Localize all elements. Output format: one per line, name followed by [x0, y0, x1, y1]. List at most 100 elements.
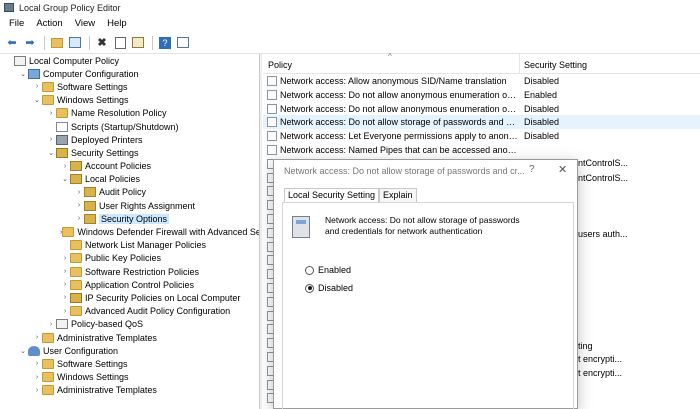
tree-node[interactable]: ⌄ Windows Settings [0, 94, 259, 107]
tree-scrollbar[interactable] [260, 54, 262, 409]
tree-node-label: Application Control Policies [85, 279, 195, 290]
tree-node[interactable]: › IP Security Policies on Local Computer [0, 291, 259, 304]
row-fragment: ting [578, 341, 593, 351]
row-fragment: t encrypti... [578, 354, 623, 364]
computer-icon [28, 68, 40, 79]
tree-node[interactable]: › Policy-based QoS [0, 318, 259, 331]
tree-node-label: Windows Settings [57, 95, 129, 106]
expanded-chevron-icon[interactable]: ⌄ [46, 149, 56, 157]
back-arrow-icon[interactable]: ⬅ [4, 35, 20, 51]
tree-node-label: Security Options [99, 213, 170, 224]
tree-node[interactable]: Local Computer Policy [0, 54, 259, 67]
collapsed-chevron-icon[interactable]: › [32, 334, 42, 341]
collapsed-chevron-icon[interactable]: › [32, 387, 42, 394]
collapsed-chevron-icon[interactable]: › [60, 268, 70, 275]
tree-node[interactable]: › User Rights Assignment [0, 199, 259, 212]
option-enabled[interactable]: Enabled [305, 265, 351, 275]
tree-node[interactable]: › Software Settings [0, 357, 259, 370]
tree-node[interactable]: › Audit Policy [0, 186, 259, 199]
tree-node[interactable]: › Administrative Templates [0, 384, 259, 397]
delete-icon[interactable]: ✖ [94, 35, 110, 51]
tree-node-label: Security Settings [71, 147, 139, 158]
tree-node[interactable]: › Security Options [0, 212, 259, 225]
disabled-radio[interactable] [305, 283, 314, 293]
tree-node[interactable]: › Software Restriction Policies [0, 265, 259, 278]
collapsed-chevron-icon[interactable]: › [46, 136, 56, 143]
tree-node[interactable]: ⌄ Computer Configuration [0, 67, 259, 80]
tree-node[interactable]: ⌄ Security Settings [0, 146, 259, 159]
collapsed-chevron-icon[interactable]: › [32, 83, 42, 90]
tree-node[interactable]: Scripts (Startup/Shutdown) [0, 120, 259, 133]
tree-node[interactable]: › Software Settings [0, 80, 259, 93]
lock-icon [84, 213, 96, 224]
properties-icon[interactable] [112, 35, 128, 51]
menu-help[interactable]: Help [101, 18, 133, 29]
policy-name: Network access: Do not allow storage of … [280, 117, 518, 128]
policy-setting-icon [267, 117, 277, 128]
menu-view[interactable]: View [69, 18, 101, 29]
collapsed-chevron-icon[interactable]: › [60, 255, 70, 262]
tree-node[interactable]: › Account Policies [0, 160, 259, 173]
up-folder-icon[interactable] [49, 35, 65, 51]
collapsed-chevron-icon[interactable]: › [60, 294, 70, 301]
console-icon[interactable] [175, 35, 191, 51]
collapsed-chevron-icon[interactable]: › [74, 189, 84, 196]
expanded-chevron-icon[interactable]: ⌄ [18, 70, 28, 78]
policy-row[interactable]: Network access: Do not allow storage of … [263, 115, 700, 130]
policy-row[interactable]: Network access: Do not allow anonymous e… [263, 88, 700, 102]
column-divider[interactable] [519, 54, 520, 74]
collapsed-chevron-icon[interactable]: › [74, 215, 84, 222]
tree-node[interactable]: › Advanced Audit Policy Configuration [0, 305, 259, 318]
policy-row[interactable]: Network access: Named Pipes that can be … [263, 143, 700, 157]
help-icon[interactable]: ? [529, 164, 535, 175]
policy-setting-icon [267, 76, 277, 86]
tree-node[interactable]: Network List Manager Policies [0, 239, 259, 252]
folder-icon [70, 253, 82, 264]
collapsed-chevron-icon[interactable]: › [60, 281, 70, 288]
policy-icon [14, 55, 26, 66]
folder-icon [70, 279, 82, 290]
tab-local-security-setting[interactable]: Local Security Setting [284, 188, 380, 202]
forward-arrow-icon[interactable]: ➡ [22, 35, 38, 51]
tree-node[interactable]: › Public Key Policies [0, 252, 259, 265]
collapsed-chevron-icon[interactable]: › [46, 110, 56, 117]
policy-name: Network access: Do not allow anonymous e… [280, 89, 518, 100]
expanded-chevron-icon[interactable]: ⌄ [60, 175, 70, 183]
close-icon[interactable]: ✕ [558, 163, 567, 176]
collapsed-chevron-icon[interactable]: › [32, 374, 42, 381]
column-header-policy[interactable]: Policy [268, 60, 292, 70]
collapsed-chevron-icon[interactable]: › [74, 202, 84, 209]
menu-action[interactable]: Action [30, 18, 68, 29]
policy-row[interactable]: Network access: Let Everyone permissions… [263, 129, 700, 143]
option-disabled[interactable]: Disabled [305, 283, 353, 293]
tree-node[interactable]: › Windows Settings [0, 371, 259, 384]
expanded-chevron-icon[interactable]: ⌄ [18, 347, 28, 355]
tree-node[interactable]: › Windows Defender Firewall with Advanced… [0, 225, 259, 238]
column-header-security-setting[interactable]: Security Setting [524, 60, 587, 70]
collapsed-chevron-icon[interactable]: › [60, 163, 70, 170]
policy-row[interactable]: Network access: Do not allow anonymous e… [263, 102, 700, 116]
show-hide-tree-icon[interactable] [67, 35, 83, 51]
dialog-title-bar[interactable]: Network access: Do not allow storage of … [274, 160, 577, 182]
collapsed-chevron-icon[interactable]: › [32, 360, 42, 367]
policy-row[interactable]: Network access: Allow anonymous SID/Name… [263, 74, 700, 88]
policy-icon [56, 319, 68, 330]
menu-file[interactable]: File [3, 18, 30, 29]
tree-node[interactable]: ⌄ User Configuration [0, 344, 259, 357]
collapsed-chevron-icon[interactable]: › [46, 321, 56, 328]
collapsed-chevron-icon[interactable]: › [60, 308, 70, 315]
tree-node-label: Name Resolution Policy [71, 108, 167, 119]
help-icon[interactable]: ? [157, 35, 173, 51]
expanded-chevron-icon[interactable]: ⌄ [32, 96, 42, 104]
tree-node[interactable]: ⌄ Local Policies [0, 173, 259, 186]
enabled-radio[interactable] [305, 265, 314, 275]
tree-node[interactable]: › Deployed Printers [0, 133, 259, 146]
tree-node-label: Deployed Printers [71, 134, 143, 145]
export-icon[interactable] [130, 35, 146, 51]
tree-node[interactable]: › Administrative Templates [0, 331, 259, 344]
security-setting-value: Disabled [524, 76, 560, 86]
tree-node[interactable]: › Name Resolution Policy [0, 107, 259, 120]
tab-explain[interactable]: Explain [379, 188, 417, 202]
tree-node-label: Windows Settings [57, 372, 129, 383]
tree-node[interactable]: › Application Control Policies [0, 278, 259, 291]
